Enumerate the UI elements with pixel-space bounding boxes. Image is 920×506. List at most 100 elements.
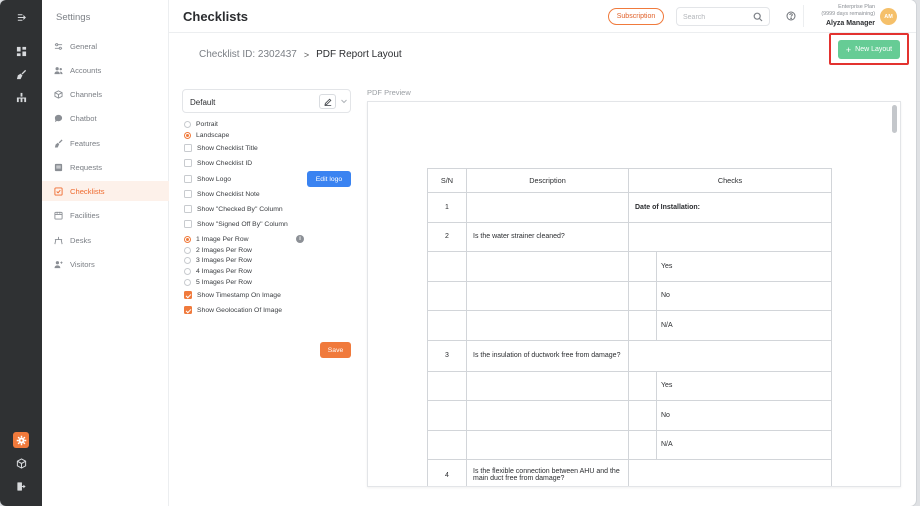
checks-cell: No xyxy=(628,400,832,431)
search-box xyxy=(676,7,770,26)
table-header-row: S/N Description Checks xyxy=(427,168,832,193)
orientation-landscape-radio[interactable]: Landscape xyxy=(184,130,229,140)
user-name[interactable]: Alyza Manager xyxy=(805,20,875,27)
sidebar-item-checklists[interactable]: Checklists xyxy=(42,181,169,201)
cube-icon[interactable] xyxy=(13,455,29,471)
edit-layout-button[interactable] xyxy=(319,94,336,109)
preview-label: PDF Preview xyxy=(367,88,411,97)
column-header: Description xyxy=(466,168,629,193)
sidebar-item-facilities[interactable]: Facilities xyxy=(42,205,169,225)
radio-indicator xyxy=(184,120,191,128)
plan-info: Enterprise Plan (9999 days remaining) xyxy=(805,4,875,18)
sidebar-item-accounts[interactable]: Accounts xyxy=(42,60,169,80)
new-layout-button[interactable]: + New Layout xyxy=(838,40,900,59)
chat-icon xyxy=(53,113,63,123)
info-icon[interactable]: i xyxy=(296,235,304,243)
users-icon xyxy=(53,65,63,75)
sidebar-item-visitors[interactable]: Visitors xyxy=(42,254,169,274)
show-checklist-note-checkbox[interactable]: Show Checklist Note xyxy=(184,189,260,199)
option-label: Show Checklist Title xyxy=(197,144,258,152)
network-icon[interactable] xyxy=(13,89,29,105)
search-input[interactable] xyxy=(683,11,755,23)
sidebar-item-chatbot[interactable]: Chatbot xyxy=(42,108,169,128)
pdf-preview[interactable]: S/N Description Checks 1 Date of Install… xyxy=(367,101,901,487)
table-row: 3 Is the insulation of ductwork free fro… xyxy=(427,339,832,372)
option-label: Portrait xyxy=(196,120,218,128)
images-per-row-4-radio[interactable]: 4 Images Per Row xyxy=(184,266,252,276)
sidebar-item-requests[interactable]: Requests xyxy=(42,157,169,177)
sidebar-item-features[interactable]: Features xyxy=(42,133,169,153)
images-per-row-3-radio[interactable]: 3 Images Per Row xyxy=(184,255,252,265)
check-option: No xyxy=(656,401,831,430)
logout-icon[interactable] xyxy=(13,478,29,494)
show-logo-checkbox[interactable]: Show Logo xyxy=(184,174,231,184)
sidebar-item-label: Features xyxy=(70,138,100,148)
new-layout-highlight: + New Layout xyxy=(829,33,909,65)
checks-cell: N/A xyxy=(628,310,832,341)
show-signed-off-by-checkbox[interactable]: Show "Signed Off By" Column xyxy=(184,219,288,229)
checkbox-indicator xyxy=(184,291,192,299)
table-row: No xyxy=(427,400,832,431)
show-checklist-title-checkbox[interactable]: Show Checklist Title xyxy=(184,143,258,153)
help-icon[interactable] xyxy=(786,11,796,21)
description-cell xyxy=(466,280,629,311)
top-header: Checklists Subscription Enterprise Plan … xyxy=(169,0,916,33)
avatar[interactable]: AM xyxy=(880,8,897,25)
breadcrumb-parent[interactable]: Checklist ID: 2302437 xyxy=(199,49,297,60)
new-layout-label: New Layout xyxy=(855,46,893,53)
option-label: Show "Signed Off By" Column xyxy=(197,220,288,228)
request-icon xyxy=(53,162,63,172)
option-label: Show Timestamp On Image xyxy=(197,291,281,299)
layout-select[interactable]: Default xyxy=(182,89,351,113)
desk-icon xyxy=(53,235,63,245)
broom-icon[interactable] xyxy=(13,66,29,82)
table-row: 2 Is the water strainer cleaned? xyxy=(427,221,832,252)
checkbox-indicator xyxy=(184,205,192,213)
images-per-row-1-radio[interactable]: 1 Image Per Row xyxy=(184,234,249,244)
show-timestamp-checkbox[interactable]: Show Timestamp On Image xyxy=(184,290,281,300)
subscription-button[interactable]: Subscription xyxy=(608,8,664,25)
show-geolocation-checkbox[interactable]: Show Geolocation Of Image xyxy=(184,305,282,315)
option-label: Show Logo xyxy=(197,175,232,183)
table-row: 4 Is the flexible connection between AHU… xyxy=(427,459,832,486)
save-button[interactable]: Save xyxy=(320,342,351,358)
description-cell xyxy=(466,251,629,282)
sidebar-item-desks[interactable]: Desks xyxy=(42,230,169,250)
menu-toggle-icon[interactable] xyxy=(13,9,29,25)
checkbox-indicator xyxy=(184,306,192,314)
preview-scrollbar[interactable] xyxy=(892,105,897,133)
images-per-row-5-radio[interactable]: 5 Images Per Row xyxy=(184,277,252,287)
description-cell xyxy=(466,310,629,341)
edit-logo-button[interactable]: Edit logo xyxy=(307,171,351,187)
checkbox-indicator xyxy=(184,159,192,167)
description-cell xyxy=(466,400,629,431)
table-row: Yes xyxy=(427,370,832,401)
table-row: Yes xyxy=(427,251,832,282)
orientation-portrait-radio[interactable]: Portrait xyxy=(184,119,218,129)
search-icon[interactable] xyxy=(753,12,763,22)
images-per-row-2-radio[interactable]: 2 Images Per Row xyxy=(184,245,252,255)
dashboard-icon[interactable] xyxy=(13,43,29,59)
option-label: 2 Images Per Row xyxy=(196,246,252,254)
checkbox-indicator xyxy=(184,220,192,228)
checks-cell: N/A xyxy=(628,429,832,460)
chevron-down-icon[interactable] xyxy=(340,97,348,105)
table-row: N/A xyxy=(427,429,832,460)
sidebar-item-channels[interactable]: Channels xyxy=(42,84,169,104)
sn-cell xyxy=(427,429,467,460)
plan-name: Enterprise Plan xyxy=(838,4,875,10)
checklist-icon xyxy=(53,186,63,196)
column-header: S/N xyxy=(427,168,467,193)
plan-remaining: (9999 days remaining) xyxy=(821,10,875,17)
sliders-icon xyxy=(53,41,63,51)
show-checked-by-checkbox[interactable]: Show "Checked By" Column xyxy=(184,204,283,214)
sidebar-item-general[interactable]: General xyxy=(42,36,169,56)
pencil-icon xyxy=(323,98,331,106)
show-checklist-id-checkbox[interactable]: Show Checklist ID xyxy=(184,158,252,168)
settings-icon[interactable] xyxy=(13,432,29,448)
option-label: Show Checklist Note xyxy=(197,190,260,198)
sn-cell xyxy=(427,280,467,311)
settings-sidebar: Settings General Accounts Channels Chatb… xyxy=(42,0,169,506)
description-cell: Is the flexible connection between AHU a… xyxy=(466,459,629,486)
facility-icon xyxy=(53,210,63,220)
